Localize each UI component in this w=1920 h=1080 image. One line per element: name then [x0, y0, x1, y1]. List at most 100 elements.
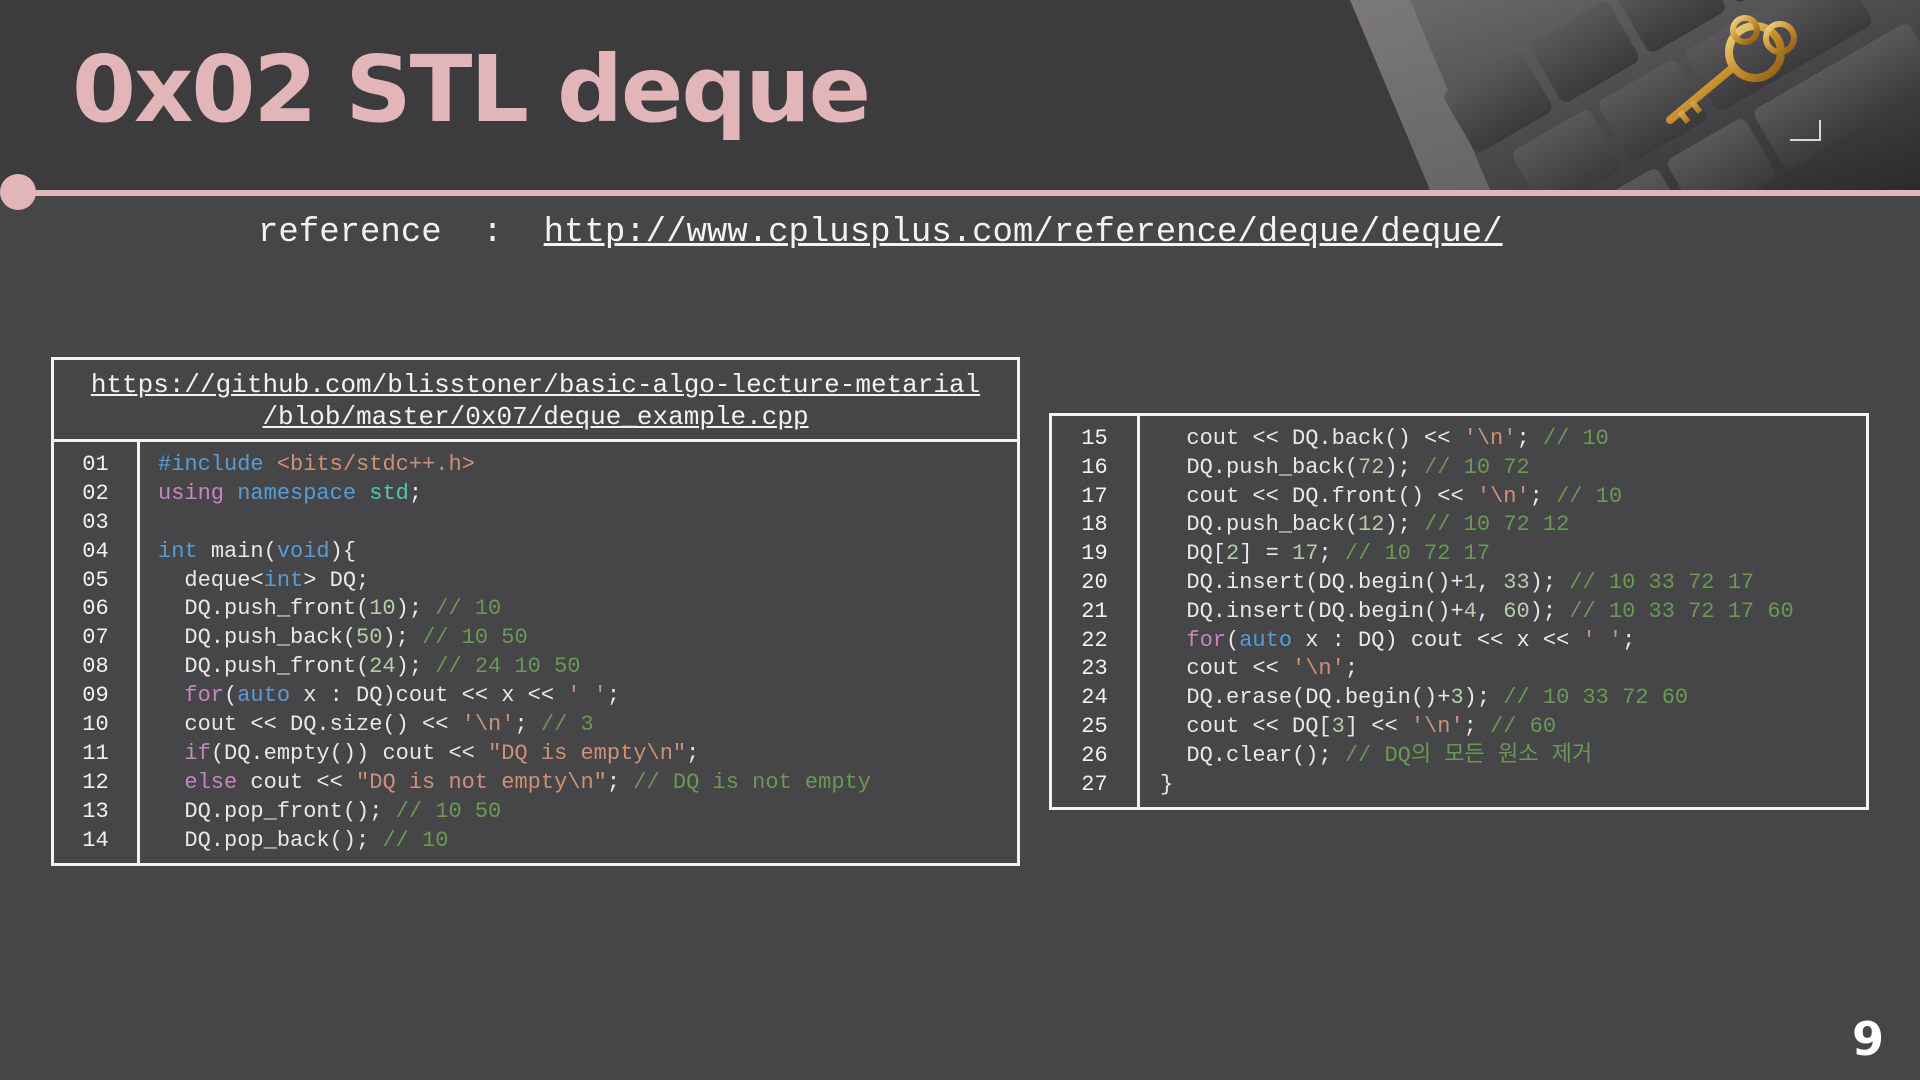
code-token: // 10 72 12 — [1424, 512, 1570, 538]
code-line: DQ.push_back(12); // 10 72 12 — [1160, 511, 1794, 540]
code-token: , — [1476, 569, 1504, 595]
code-token: DQ.insert(DQ.begin()+ — [1160, 569, 1464, 595]
code-token: (DQ.empty()) cout << — [210, 740, 489, 766]
code-token: auto — [1239, 627, 1293, 653]
code-token: 4 — [1463, 598, 1477, 624]
code-line: #include <bits/stdc++.h> — [158, 451, 871, 480]
line-number: 18 — [1081, 512, 1108, 538]
keyboard-key-image — [1350, 0, 1920, 190]
code-token: ' ' — [1582, 627, 1623, 653]
line-number: 23 — [1081, 656, 1108, 682]
code-token: // DQ is not empty — [633, 769, 871, 795]
code-token: } — [1160, 771, 1174, 797]
code-token: void — [276, 538, 330, 564]
code-token: ); — [1529, 598, 1570, 624]
line-number: 13 — [82, 798, 109, 824]
code-token: main( — [210, 538, 277, 564]
code-token: "DQ is empty\n" — [488, 740, 687, 766]
line-number-gutter: 01 02 03 04 05 06 07 08 09 10 11 12 13 14 — [54, 442, 140, 863]
code-token: '\n' — [1476, 483, 1530, 509]
code-token: using — [158, 480, 238, 506]
code-token: cout << DQ.front() << — [1160, 483, 1477, 509]
page-number: 9 — [1851, 1012, 1884, 1066]
code-token: "DQ is not empty\n" — [356, 769, 607, 795]
line-number: 12 — [82, 769, 109, 795]
code-token: > DQ; — [303, 567, 370, 593]
code-token: x : DQ)cout << x << — [290, 683, 568, 709]
line-number-gutter: 15 16 17 18 19 20 21 22 23 24 25 26 27 — [1052, 416, 1140, 807]
code-line: DQ.erase(DQ.begin()+3); // 10 33 72 60 — [1160, 684, 1794, 713]
code-token: 10 — [369, 596, 396, 622]
slide-title: 0x02 STL deque — [72, 36, 871, 143]
code-token: , — [1476, 598, 1504, 624]
code-token: // 24 10 50 — [435, 654, 581, 680]
code-line: DQ.pop_back(); // 10 — [158, 827, 871, 856]
code-line: else cout << "DQ is not empty\n"; // DQ … — [158, 769, 871, 798]
code-line: cout << '\n'; — [1160, 655, 1794, 684]
code-token: namespace — [237, 480, 370, 506]
line-number: 19 — [1081, 541, 1108, 567]
code-token: 3 — [1450, 685, 1464, 711]
code-token: // 10 72 — [1424, 454, 1530, 480]
code-box-right: 15 16 17 18 19 20 21 22 23 24 25 26 27 cout << DQ.ba… — [1049, 413, 1869, 810]
line-number: 11 — [82, 740, 109, 766]
code-line: DQ.insert(DQ.begin()+4, 60); // 10 33 72… — [1160, 598, 1794, 627]
code-token: // 60 — [1490, 713, 1557, 739]
source-link-line1[interactable]: https://github.com/blisstoner/basic-algo… — [54, 369, 1017, 401]
code-line: cout << DQ.front() << '\n'; // 10 — [1160, 483, 1794, 512]
code-token: if — [158, 740, 211, 766]
line-number: 22 — [1081, 627, 1108, 653]
source-link-line2[interactable]: /blob/master/0x07/deque_example.cpp — [54, 401, 1017, 433]
line-number: 27 — [1081, 771, 1108, 797]
code-token: DQ.push_back( — [1160, 454, 1359, 480]
code-line: DQ.clear(); // DQ의 모든 원소 제거 — [1160, 742, 1794, 771]
slide: 0x02 STL deque reference : http://www.cp… — [0, 0, 1920, 1080]
line-number: 25 — [1081, 713, 1108, 739]
code-token: 33 — [1503, 569, 1530, 595]
code-token: // 10 33 72 60 — [1503, 685, 1689, 711]
code-line: using namespace std; — [158, 480, 871, 509]
code-line: DQ.push_front(24); // 24 10 50 — [158, 653, 871, 682]
code-body-left: 01 02 03 04 05 06 07 08 09 10 11 12 13 14 #include <b… — [54, 442, 1017, 863]
code-line: DQ.insert(DQ.begin()+1, 33); // 10 33 72… — [1160, 569, 1794, 598]
code-token: ] << — [1344, 713, 1411, 739]
code-token: 12 — [1358, 512, 1385, 538]
code-token: // 10 33 72 17 60 — [1569, 598, 1794, 624]
code-line: DQ.push_front(10); // 10 — [158, 595, 871, 624]
code-token: ; — [1318, 541, 1345, 567]
code-token: '\n' — [1463, 426, 1517, 451]
code-token: ; — [1529, 483, 1557, 509]
code-token: DQ.pop_front(); — [158, 798, 396, 824]
code-token: ; — [1622, 627, 1636, 653]
code-token: 2 — [1226, 541, 1240, 567]
code-token: auto — [237, 683, 291, 709]
code-token: DQ[ — [1160, 541, 1227, 567]
code-token: DQ.insert(DQ.begin()+ — [1160, 598, 1464, 624]
line-number: 24 — [1081, 685, 1108, 711]
code-token: ] = — [1239, 541, 1293, 567]
code-line: DQ.push_back(72); // 10 72 — [1160, 454, 1794, 483]
line-number: 10 — [82, 712, 109, 738]
code-token: 1 — [1463, 569, 1477, 595]
code-token: // 10 50 — [395, 798, 502, 824]
code-line: int main(void){ — [158, 538, 871, 567]
code-token: DQ.clear(); — [1160, 742, 1345, 768]
reference-label: reference : — [258, 214, 544, 252]
code-token: 60 — [1503, 598, 1530, 624]
reference-line: reference : http://www.cplusplus.com/ref… — [258, 214, 1503, 252]
code-token: ; — [408, 480, 423, 506]
line-number: 14 — [82, 827, 109, 853]
code-token: <bits/stdc++.h> — [276, 452, 475, 477]
code-token: #include — [158, 452, 277, 477]
code-token: int — [158, 538, 211, 564]
code-line: for(auto x : DQ) cout << x << ' '; — [1160, 627, 1794, 656]
code-box-left: https://github.com/blisstoner/basic-algo… — [51, 357, 1020, 866]
title-divider — [14, 190, 1920, 196]
code-line: if(DQ.empty()) cout << "DQ is empty\n"; — [158, 740, 871, 769]
reference-link[interactable]: http://www.cplusplus.com/reference/deque… — [544, 214, 1503, 252]
line-number: 17 — [1081, 483, 1108, 509]
code-token: 24 — [369, 654, 396, 680]
code-line: cout << DQ[3] << '\n'; // 60 — [1160, 713, 1794, 742]
code-token: // 10 72 17 — [1344, 541, 1491, 567]
code-token: cout << — [237, 769, 357, 795]
